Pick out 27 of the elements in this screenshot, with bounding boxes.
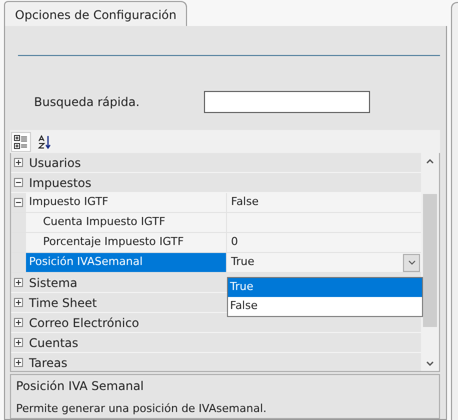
- description-title: Posición IVA Semanal: [16, 378, 145, 395]
- scrollbar[interactable]: [421, 153, 439, 371]
- property-name[interactable]: Porcentaje Impuesto IGTF: [26, 233, 227, 252]
- scroll-thumb[interactable]: [423, 194, 437, 327]
- collapse-icon[interactable]: [14, 178, 23, 187]
- value-cell[interactable]: True: [227, 253, 421, 272]
- property-name[interactable]: Posición IVASemanal: [26, 253, 227, 272]
- property-name[interactable]: Cuenta Impuesto IGTF: [26, 213, 227, 232]
- property-name[interactable]: Impuesto IGTF: [26, 193, 227, 212]
- expand-icon[interactable]: [14, 318, 23, 327]
- expand-icon[interactable]: [14, 358, 23, 367]
- expand-icon[interactable]: [14, 298, 23, 307]
- scroll-up-icon[interactable]: [426, 159, 434, 164]
- search-field[interactable]: [204, 90, 370, 112]
- description-text: Permite generar una posición de IVAsemanal.: [16, 401, 268, 417]
- dropdown-option[interactable]: True: [228, 278, 422, 297]
- config-tab[interactable]: Opciones de Configuración: [4, 1, 188, 26]
- scroll-down-icon[interactable]: [426, 361, 434, 366]
- expand-icon[interactable]: [14, 158, 23, 167]
- property-value[interactable]: True: [231, 254, 403, 271]
- categorized-view-button[interactable]: [11, 132, 31, 152]
- expand-icon[interactable]: [14, 338, 23, 347]
- dropdown-button[interactable]: [403, 254, 420, 272]
- chevron-down-icon: [408, 260, 416, 265]
- collapse-icon[interactable]: [14, 198, 23, 207]
- expand-icon[interactable]: [14, 278, 23, 287]
- search-label: Busqueda rápida.: [34, 94, 141, 110]
